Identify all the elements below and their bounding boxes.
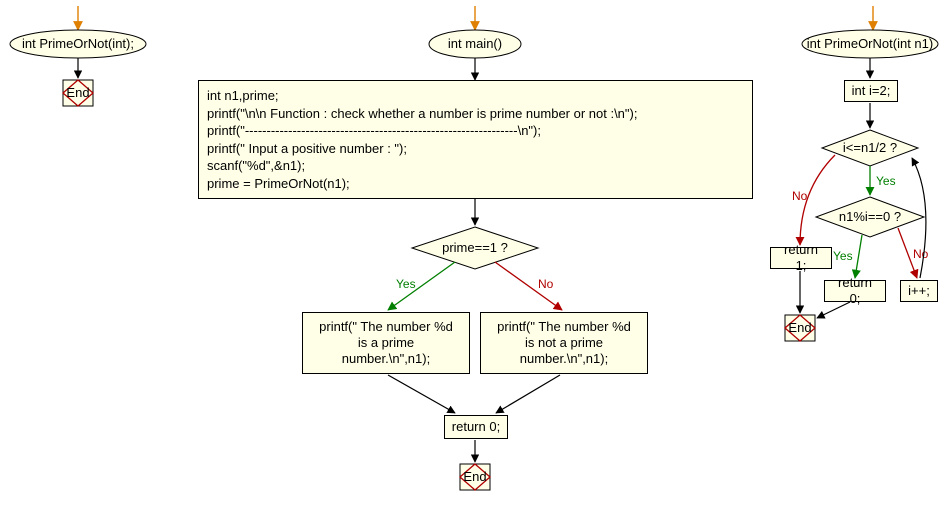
right-end-node: End xyxy=(785,315,815,341)
mid-code-l3: printf("--------------------------------… xyxy=(207,122,744,140)
right-cond2-yes-edge xyxy=(855,235,862,278)
mid-yes-label: Yes xyxy=(396,277,416,291)
right-cond2-no-label: No xyxy=(913,247,929,261)
mid-yes-to-return xyxy=(388,375,455,413)
right-cond1-text: i<=n1/2 ? xyxy=(843,140,897,155)
mid-end-node: End xyxy=(460,464,490,490)
mid-end-label: End xyxy=(463,469,486,484)
mid-code-l1: int n1,prime; xyxy=(207,87,744,105)
right-cond2-text: n1%i==0 ? xyxy=(839,209,901,224)
right-ret1-box: return 1; xyxy=(770,247,832,269)
mid-head-text: int main() xyxy=(448,36,502,51)
mid-no-box: printf(" The number %d is not a prime nu… xyxy=(480,312,648,374)
right-cond1-yes-label: Yes xyxy=(876,174,896,188)
mid-cond-text: prime==1 ? xyxy=(442,240,508,255)
left-end-node: End xyxy=(63,80,93,106)
right-head-text: int PrimeOrNot(int n1) xyxy=(807,36,933,51)
right-cond2-yes-label: Yes xyxy=(833,249,853,263)
mid-code-box: int n1,prime; printf("\n\n Function : ch… xyxy=(198,80,753,199)
right-init-box: int i=2; xyxy=(844,80,898,102)
mid-no-label: No xyxy=(538,277,554,291)
mid-code-l4: printf(" Input a positive number : "); xyxy=(207,140,744,158)
mid-yes-box: printf(" The number %d is a prime number… xyxy=(302,312,470,374)
left-end-label: End xyxy=(66,85,89,100)
mid-code-l5: scanf("%d",&n1); xyxy=(207,157,744,175)
left-head-text: int PrimeOrNot(int); xyxy=(22,36,134,51)
mid-code-l6: prime = PrimeOrNot(n1); xyxy=(207,175,744,193)
right-end-label: End xyxy=(788,320,811,335)
right-ret0-box: return 0; xyxy=(824,280,886,302)
mid-return-box: return 0; xyxy=(444,415,508,439)
mid-code-l2: printf("\n\n Function : check whether a … xyxy=(207,105,744,123)
right-cond1-no-label: No xyxy=(792,189,808,203)
mid-no-to-return xyxy=(496,375,560,413)
right-inc-box: i++; xyxy=(900,280,938,302)
